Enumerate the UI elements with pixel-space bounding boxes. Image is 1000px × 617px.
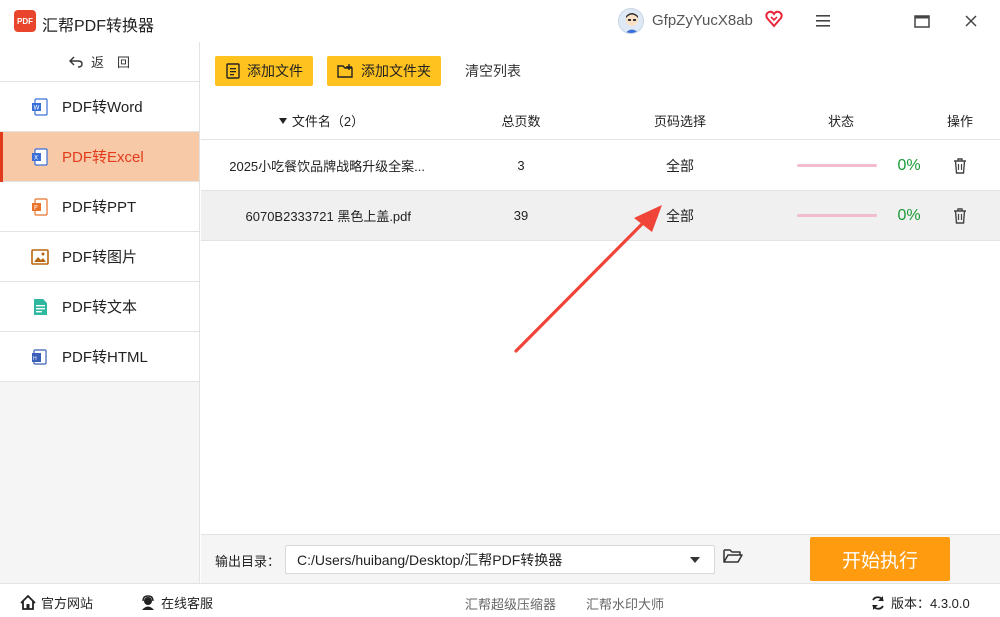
delete-button[interactable] [950, 191, 970, 240]
table-header: 文件名（2） 总页数 页码选择 状态 操作 [201, 102, 1000, 140]
trash-icon [954, 157, 966, 174]
start-button[interactable]: 开始执行 [810, 537, 950, 581]
avatar-face-icon [625, 13, 639, 33]
compressor-link[interactable]: 汇帮超级压缩器 [465, 594, 556, 613]
sidebar-item-label: PDF转HTML [62, 349, 148, 366]
maximize-icon [914, 14, 930, 28]
close-icon [965, 15, 977, 27]
sidebar-item-ppt[interactable]: P PDF转PPT [0, 182, 199, 232]
footer: 官方网站 在线客服 汇帮超级压缩器 汇帮水印大师 版本：4.3.0.0 [0, 583, 1000, 617]
vip-heart-icon[interactable] [765, 10, 783, 28]
browse-folder-button[interactable] [723, 547, 745, 569]
add-folder-icon [337, 64, 353, 78]
version-label: 版本：4.3.0.0 [891, 596, 970, 611]
official-site-link[interactable]: 官方网站 [20, 593, 93, 612]
trash-icon [954, 207, 966, 224]
title-bar: PDF 汇帮PDF转换器 GfpZyYucX8ab [0, 0, 1000, 42]
add-file-label: 添加文件 [247, 63, 303, 79]
sidebar-item-html[interactable]: H PDF转HTML [0, 332, 199, 382]
close-button[interactable] [960, 10, 982, 32]
dropdown-arrow-icon [690, 557, 700, 563]
app-title: 汇帮PDF转换器 [42, 18, 155, 35]
sidebar-item-text[interactable]: PDF转文本 [0, 282, 199, 332]
header-status: 状态 [827, 114, 854, 129]
main-panel: 添加文件 添加文件夹 清空列表 文件名（2） 总页数 页码选择 状态 操作 20… [201, 42, 1000, 534]
online-service-label: 在线客服 [161, 596, 214, 611]
online-service-link[interactable]: 在线客服 [140, 593, 213, 612]
sort-down-icon [278, 117, 287, 124]
header-filename-label: 文件名（2） [291, 114, 365, 129]
progress-bar [797, 141, 877, 190]
table-row[interactable]: 6070B2333721 黑色上盖.pdf 39 全部 0% [201, 191, 1000, 241]
hamburger-icon [816, 15, 830, 27]
svg-text:X: X [34, 154, 38, 161]
sidebar: 返 回 W PDF转Word X PDF转Excel P PDF转PPT PDF… [0, 42, 200, 583]
progress-bar [797, 191, 877, 240]
sidebar-item-image[interactable]: PDF转图片 [0, 232, 199, 282]
back-label: 返 回 [90, 55, 130, 70]
output-label: 输出目录： [215, 554, 281, 569]
sidebar-item-word[interactable]: W PDF转Word [0, 82, 199, 132]
header-filename[interactable]: 文件名（2） [261, 102, 381, 139]
ppt-icon: P [30, 197, 50, 217]
row-filename: 2025小吃餐饮品牌战略升级全案... [229, 159, 425, 174]
output-path-select[interactable]: C:/Users/huibang/Desktop/汇帮PDF转换器 [285, 545, 715, 574]
home-icon [20, 595, 36, 610]
row-pages: 3 [517, 158, 525, 173]
svg-text:P: P [34, 204, 38, 211]
sidebar-item-label: PDF转文本 [62, 299, 138, 316]
header-pages: 总页数 [501, 114, 541, 129]
table-row[interactable]: 2025小吃餐饮品牌战略升级全案... 3 全部 0% [201, 141, 1000, 191]
maximize-button[interactable] [911, 10, 933, 32]
folder-icon [723, 549, 743, 563]
header-page-select: 页码选择 [653, 114, 706, 129]
row-page-select[interactable]: 全部 [630, 141, 730, 190]
image-icon [30, 247, 50, 267]
user-avatar[interactable] [618, 8, 644, 34]
output-bar: 输出目录： C:/Users/huibang/Desktop/汇帮PDF转换器 … [201, 534, 1000, 583]
toolbar: 添加文件 添加文件夹 清空列表 [215, 56, 531, 86]
back-arrow-icon [68, 56, 83, 68]
text-icon [30, 297, 50, 317]
official-site-label: 官方网站 [41, 596, 94, 611]
sidebar-item-label: PDF转图片 [62, 249, 138, 266]
back-button[interactable]: 返 回 [0, 42, 199, 82]
customer-service-icon [142, 594, 154, 610]
progress-percent: 0% [897, 206, 921, 224]
svg-text:W: W [34, 104, 40, 111]
word-icon: W [30, 97, 50, 117]
sidebar-item-label: PDF转Word [62, 99, 143, 116]
excel-icon: X [30, 147, 50, 167]
progress-percent: 0% [897, 156, 921, 174]
sidebar-item-label: PDF转PPT [62, 199, 137, 216]
row-filename: 6070B2333721 黑色上盖.pdf [245, 209, 412, 224]
clear-list-button[interactable]: 清空列表 [455, 61, 531, 81]
version-info[interactable]: 版本：4.3.0.0 [870, 593, 970, 612]
sidebar-item-label: PDF转Excel [62, 149, 144, 166]
app-logo-icon: PDF [14, 10, 36, 32]
delete-button[interactable] [950, 141, 970, 190]
refresh-icon [872, 595, 884, 610]
watermark-link[interactable]: 汇帮水印大师 [586, 594, 664, 613]
row-page-select[interactable]: 全部 [630, 191, 730, 240]
add-file-button[interactable]: 添加文件 [215, 56, 313, 86]
row-pages: 39 [513, 208, 529, 223]
svg-text:H: H [33, 356, 37, 362]
user-name[interactable]: GfpZyYucX8ab [652, 12, 753, 29]
sidebar-item-excel[interactable]: X PDF转Excel [0, 132, 199, 182]
header-action: 操作 [946, 114, 973, 129]
add-file-icon [226, 63, 240, 79]
add-folder-label: 添加文件夹 [361, 63, 431, 79]
html-icon: H [30, 347, 50, 367]
output-path: C:/Users/huibang/Desktop/汇帮PDF转换器 [297, 551, 563, 568]
add-folder-button[interactable]: 添加文件夹 [327, 56, 441, 86]
menu-button[interactable] [812, 10, 834, 32]
